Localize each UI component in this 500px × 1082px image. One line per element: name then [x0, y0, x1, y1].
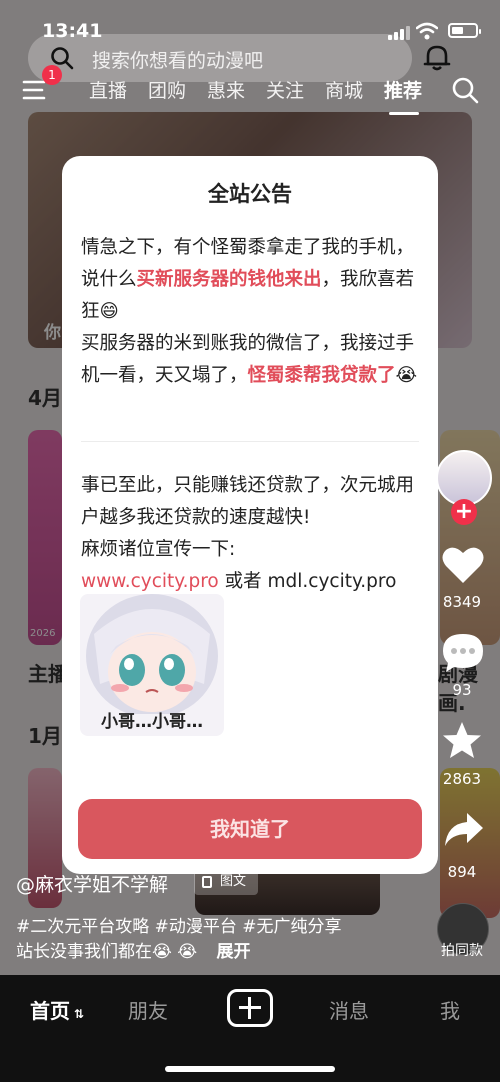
wifi-icon — [416, 22, 438, 40]
signal-icon — [388, 26, 410, 40]
tab-active-indicator — [389, 112, 419, 115]
bell-icon[interactable] — [422, 42, 452, 72]
post-description: 站长没事我们都在😭 😭 展开 — [16, 937, 251, 962]
anime-girl-image — [86, 594, 218, 714]
tab-following[interactable]: 关注 — [266, 76, 304, 103]
tab-mall[interactable]: 商城 — [325, 76, 363, 103]
dialog-title: 全站公告 — [208, 182, 292, 206]
menu-badge: 1 — [42, 65, 62, 85]
status-time: 13:41 — [42, 20, 103, 42]
dialog-paragraph-2: 事已至此，只能赚钱还贷款了，次元城用户越多我还贷款的速度越快! 麻烦诸位宣传一下… — [81, 470, 425, 598]
tab-benefits[interactable]: 惠来 — [207, 76, 245, 103]
same-style-label[interactable]: 拍同款 — [441, 940, 483, 960]
follow-plus-icon[interactable]: + — [451, 499, 477, 525]
star-icon[interactable] — [441, 720, 483, 762]
favorite-count: 2863 — [442, 770, 482, 788]
comment-count: 93 — [452, 681, 472, 699]
tab-recommend[interactable]: 推荐 — [384, 76, 422, 103]
home-indicator — [165, 1066, 335, 1072]
or-text: 或者 — [224, 571, 262, 592]
nav-messages[interactable]: 消息 — [329, 995, 369, 1024]
sticker-caption: 小哥…小哥… — [101, 712, 203, 732]
nav-home[interactable]: 首页 ⇅ — [30, 995, 84, 1024]
dialog-paragraph-1: 情急之下，有个怪蜀黍拿走了我的手机，说什么买新服务器的钱他来出，我欣喜若狂😄 买… — [81, 232, 425, 392]
share-icon[interactable] — [443, 810, 485, 850]
refresh-arrows-icon: ⇅ — [74, 1007, 85, 1021]
tab-groupbuy[interactable]: 团购 — [148, 76, 186, 103]
dialog-divider — [81, 441, 419, 442]
comment-icon[interactable] — [441, 632, 485, 674]
top-tabs: 直播 团购 惠来 关注 商城 推荐 — [0, 76, 500, 115]
crying-anime-sticker: 小哥…小哥… — [80, 594, 224, 736]
p4-text: 麻烦诸位宣传一下: — [81, 539, 236, 560]
post-type-label: 图文 — [220, 874, 247, 889]
post-hashtags[interactable]: #二次元平台攻略 #动漫平台 #无广纯分享 — [16, 912, 342, 937]
nav-me[interactable]: 我 — [440, 995, 460, 1024]
search-icon-top[interactable] — [451, 76, 479, 104]
like-heart-icon[interactable] — [441, 545, 485, 585]
nav-home-label: 首页 — [30, 999, 70, 1023]
post-desc-text: 站长没事我们都在😭 😭 — [16, 942, 198, 962]
share-count: 894 — [447, 863, 477, 881]
tab-live[interactable]: 直播 — [89, 76, 127, 103]
p3-text: 事已至此，只能赚钱还贷款了，次元城用户越多我还贷款的速度越快! — [81, 475, 415, 528]
acknowledge-button[interactable]: 我知道了 — [78, 799, 422, 859]
post-author[interactable]: @麻衣学姐不学解 — [16, 870, 168, 897]
announcement-dialog: 全站公告 情急之下，有个怪蜀黍拿走了我的手机，说什么买新服务器的钱他来出，我欣喜… — [62, 156, 438, 874]
author-avatar[interactable] — [436, 450, 492, 506]
app-screen: 你 4月 2026 主播 剧漫画. 1月 13:41 搜索你想看的动漫吧 1 直… — [0, 0, 500, 1082]
like-count: 8349 — [442, 593, 482, 611]
create-post-button[interactable] — [227, 989, 273, 1027]
p1-highlight: 买新服务器的钱他来出 — [136, 269, 322, 290]
expand-link[interactable]: 展开 — [217, 942, 251, 962]
site-link-2[interactable]: mdl.cycity.pro — [268, 571, 397, 592]
image-text-icon — [202, 876, 212, 888]
p2-highlight: 怪蜀黍帮我贷款了 — [247, 365, 396, 386]
battery-icon — [448, 23, 481, 38]
site-link-1[interactable]: www.cycity.pro — [81, 571, 219, 592]
p2-emoji: 😭 — [395, 365, 418, 386]
nav-friends[interactable]: 朋友 — [128, 995, 168, 1024]
